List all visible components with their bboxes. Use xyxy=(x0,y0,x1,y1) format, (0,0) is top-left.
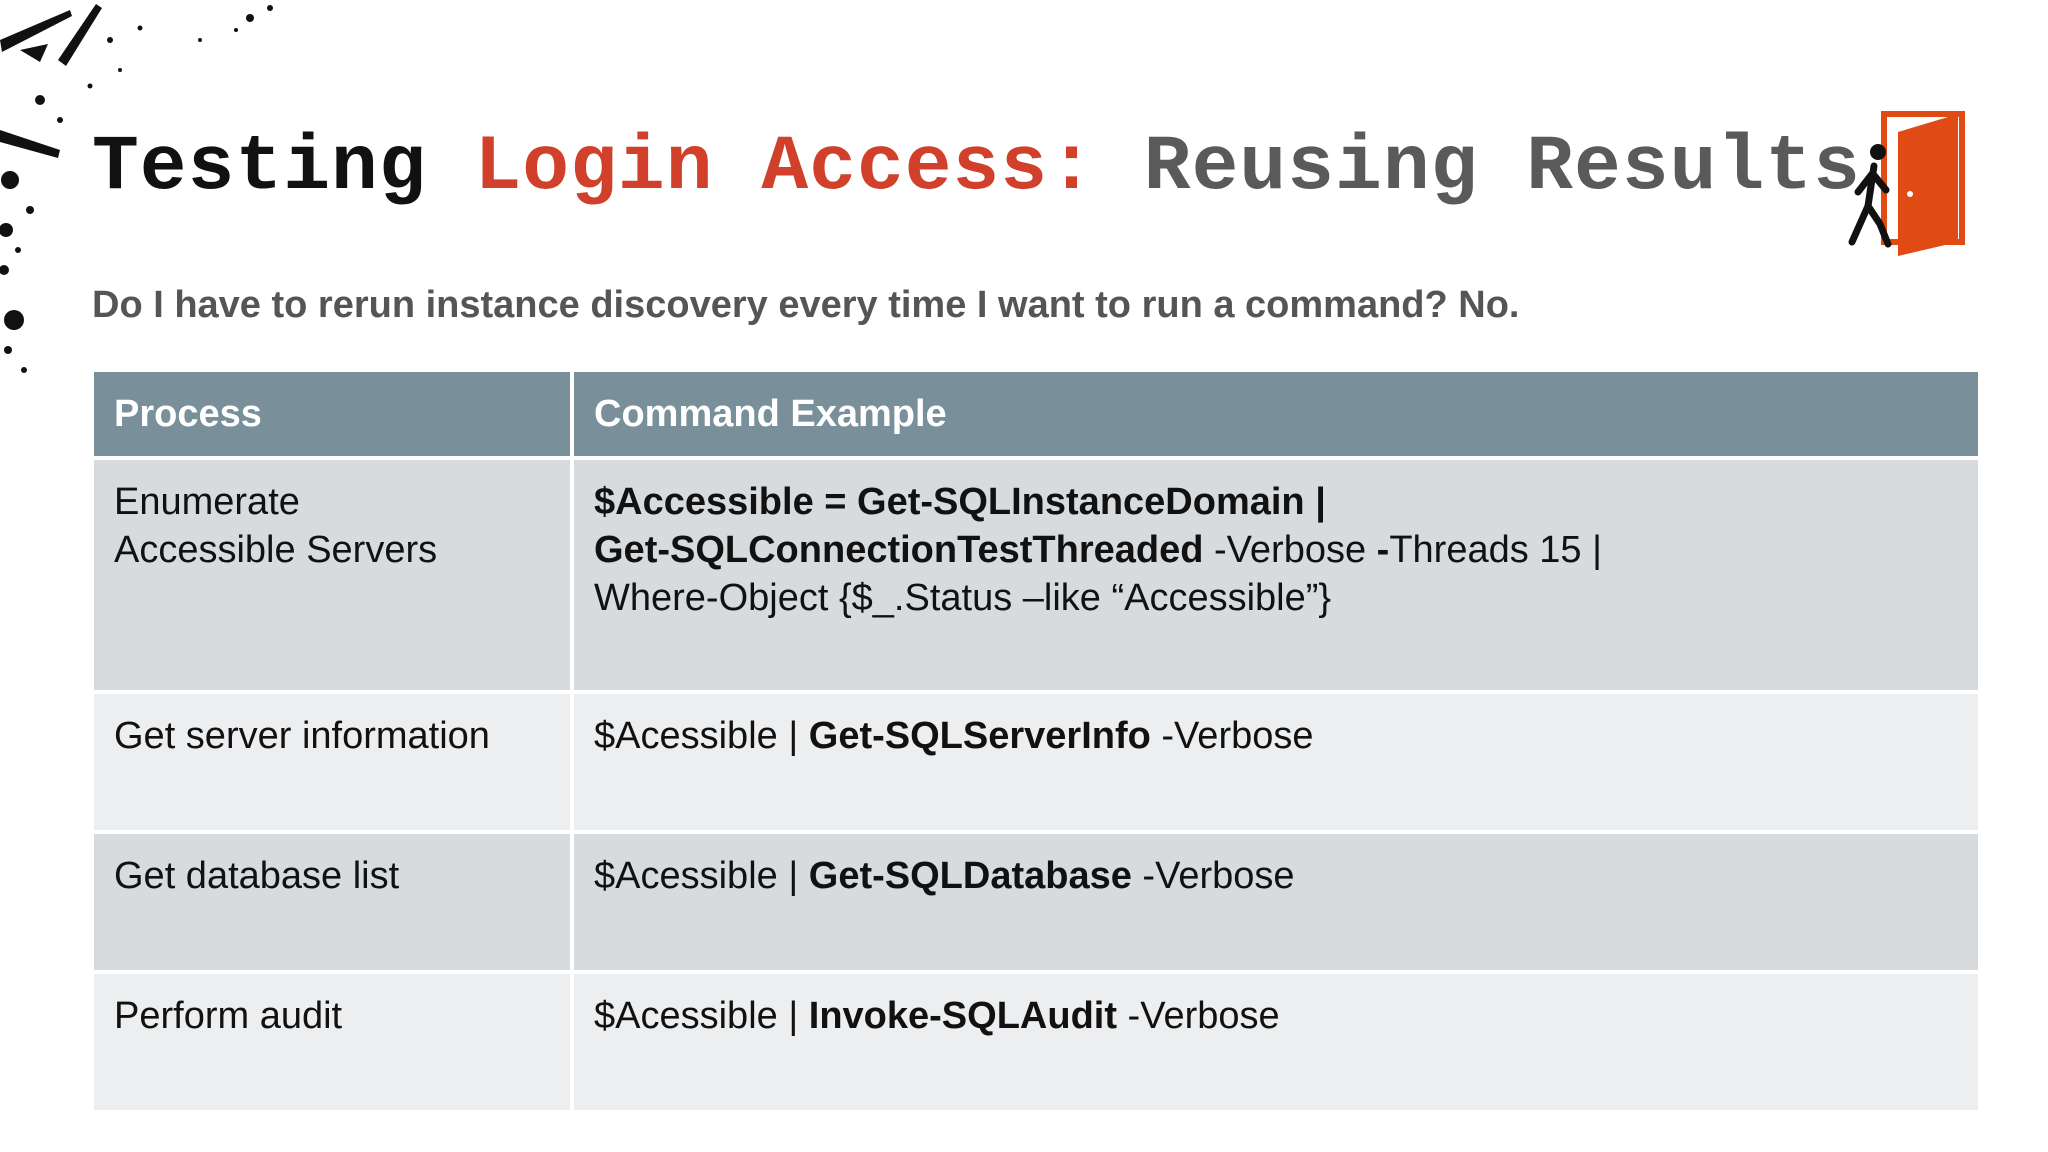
command-text: -Verbose xyxy=(1203,529,1377,571)
command-cell: $Accessible = Get-SQLInstanceDomain | Ge… xyxy=(570,456,1982,694)
command-bold: Get-SQLServerInfo xyxy=(808,715,1151,757)
process-cell: Enumerate Accessible Servers xyxy=(90,456,574,694)
table-header-row: Process Command Example xyxy=(90,368,1982,460)
command-prefix: $Acessible | xyxy=(594,715,809,757)
process-cell: Perform audit xyxy=(90,970,574,1114)
process-line: Accessible Servers xyxy=(114,529,438,571)
table-row: Get server information $Acessible | Get-… xyxy=(90,690,1982,834)
process-cell: Get server information xyxy=(90,690,574,834)
title-part-login-access: Login Access: xyxy=(474,124,1096,212)
command-prefix: $Acessible | xyxy=(594,995,809,1037)
title-part-testing: Testing xyxy=(92,124,427,212)
slide-title: Testing Login Access: Reusing Results xyxy=(92,118,1861,218)
command-cell: $Acessible | Get-SQLServerInfo -Verbose xyxy=(570,690,1982,834)
table-row: Get database list $Acessible | Get-SQLDa… xyxy=(90,830,1982,974)
command-prefix: $Acessible | xyxy=(594,855,809,897)
header-command-example: Command Example xyxy=(570,368,1982,460)
command-bold: - xyxy=(1376,529,1390,571)
command-bold: Get-SQLDatabase xyxy=(808,855,1132,897)
table-row: Perform audit $Acessible | Invoke-SQLAud… xyxy=(90,970,1982,1114)
command-suffix: -Verbose xyxy=(1117,995,1280,1037)
command-table: Process Command Example Enumerate Access… xyxy=(90,368,1982,1114)
command-bold: Invoke-SQLAudit xyxy=(808,995,1117,1037)
command-suffix: -Verbose xyxy=(1150,715,1314,757)
command-bold: Get-SQLConnectionTestThreaded xyxy=(594,529,1204,571)
command-line-3: Where-Object {$_.Status –like “Accessibl… xyxy=(594,577,1332,619)
subtitle: Do I have to rerun instance discovery ev… xyxy=(92,284,1520,326)
command-bold: $Accessible = Get-SQLInstanceDomain | xyxy=(594,481,1326,523)
command-cell: $Acessible | Get-SQLDatabase -Verbose xyxy=(570,830,1982,974)
command-line-1: $Accessible = Get-SQLInstanceDomain | xyxy=(594,478,1958,526)
title-part-reusing-results: Reusing Results xyxy=(1143,124,1861,212)
command-cell: $Acessible | Invoke-SQLAudit -Verbose xyxy=(570,970,1982,1114)
process-line: Enumerate xyxy=(114,481,300,523)
command-text: Threads 15 | xyxy=(1389,529,1602,571)
table-row: Enumerate Accessible Servers $Accessible… xyxy=(90,456,1982,694)
process-cell: Get database list xyxy=(90,830,574,974)
command-line-2: Get-SQLConnectionTestThreaded -Verbose -… xyxy=(594,526,1958,574)
walking-person-exit-door-icon xyxy=(1848,111,1965,256)
command-suffix: -Verbose xyxy=(1131,855,1295,897)
header-process: Process xyxy=(90,368,574,460)
